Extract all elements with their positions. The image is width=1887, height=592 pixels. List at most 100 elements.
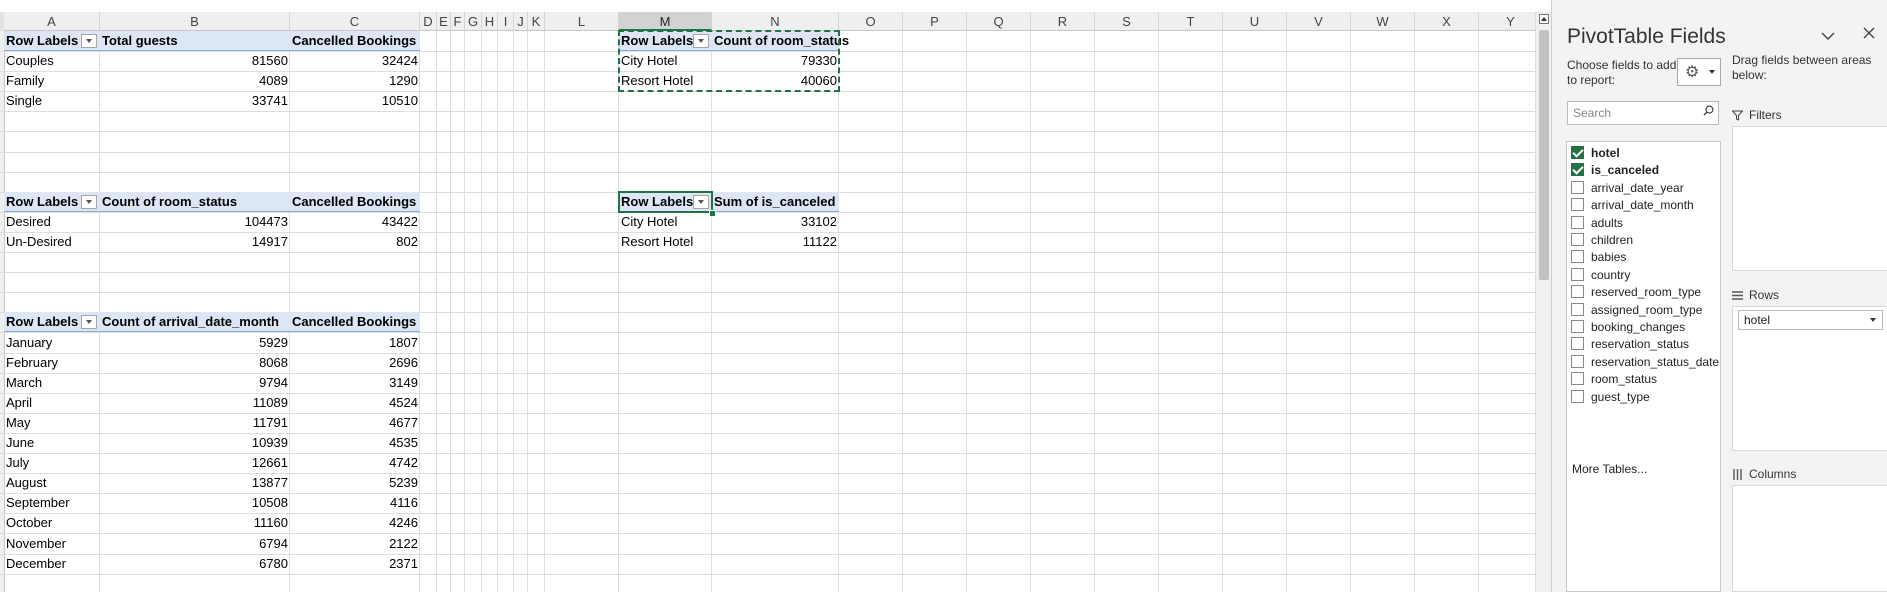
column-header-f[interactable]: F [451,12,465,31]
row-label-cell[interactable]: Family [4,71,100,91]
column-header-k[interactable]: K [528,12,545,31]
row-labels-filter-button[interactable] [81,34,97,48]
pivot-column-header[interactable]: Total guests [100,31,290,51]
pivot-column-header[interactable]: Cancelled Bookings [290,31,420,51]
row-label-cell[interactable]: April [4,393,100,413]
row-label-cell[interactable]: November [4,534,100,554]
value-cell[interactable]: 11791 [100,413,290,433]
field-checkbox[interactable] [1571,389,1584,403]
column-header-g[interactable]: G [465,12,482,31]
search-input[interactable]: Search [1567,101,1719,125]
value-cell[interactable]: 12661 [100,453,290,473]
column-header-s[interactable]: S [1095,12,1159,31]
more-tables-link[interactable]: More Tables... [1572,462,1647,476]
columns-drop-area[interactable] [1732,485,1887,592]
field-checkbox[interactable] [1571,354,1584,368]
value-cell[interactable]: 802 [290,232,420,252]
value-cell[interactable]: 5929 [100,333,290,353]
field-checkbox[interactable] [1571,198,1584,212]
column-header-l[interactable]: L [545,12,619,31]
value-cell[interactable]: 6780 [100,554,290,574]
row-label-cell[interactable]: Un-Desired [4,232,100,252]
value-cell[interactable]: 81560 [100,51,290,71]
column-header-e[interactable]: E [437,12,451,31]
value-cell[interactable]: 13877 [100,473,290,493]
row-labels-filter-button[interactable] [81,195,97,209]
column-header-i[interactable]: I [498,12,514,31]
worksheet-grid[interactable]: A B C D E F G H I J K L M N O P Q R S T U V W X Y Row Labels Total… [0,0,1535,592]
field-settings-button[interactable]: ⚙ [1677,58,1721,86]
field-checkbox[interactable] [1571,285,1584,299]
filters-drop-area[interactable] [1732,126,1887,271]
field-checkbox[interactable] [1571,267,1584,281]
field-checkbox[interactable] [1571,163,1584,177]
pivot-column-header[interactable]: Cancelled Bookings [290,312,420,332]
value-cell[interactable]: 2696 [290,353,420,373]
column-header-b[interactable]: B [100,12,290,31]
field-checkbox[interactable] [1571,180,1584,194]
row-label-cell[interactable]: September [4,493,100,513]
column-header-c[interactable]: C [290,12,420,31]
row-label-cell[interactable]: January [4,333,100,353]
row-label-cell[interactable]: February [4,353,100,373]
value-cell[interactable]: 104473 [100,212,290,232]
pivot-column-header[interactable]: Sum of is_canceled [712,192,839,212]
row-label-cell[interactable]: Single [4,91,100,111]
value-cell[interactable]: 11160 [100,513,290,533]
field-checkbox[interactable] [1571,302,1584,316]
vertical-scrollbar[interactable] [1535,12,1551,592]
row-label-cell[interactable]: October [4,513,100,533]
row-label-cell[interactable]: Desired [4,212,100,232]
value-cell[interactable]: 33102 [712,212,839,232]
column-header-h[interactable]: H [482,12,498,31]
scroll-up-arrow-icon[interactable] [1539,14,1549,24]
pivot-column-header[interactable]: Count of room_status [100,192,290,212]
field-checkbox[interactable] [1571,215,1584,229]
value-cell[interactable]: 4742 [290,453,420,473]
row-label-cell[interactable]: Couples [4,51,100,71]
row-label-cell[interactable]: December [4,554,100,574]
column-header-j[interactable]: J [514,12,528,31]
value-cell[interactable]: 33741 [100,91,290,111]
field-checkbox[interactable] [1571,372,1584,386]
column-header-m[interactable]: M [619,12,712,31]
value-cell[interactable]: 6794 [100,534,290,554]
fill-handle[interactable] [709,210,716,217]
rows-field-hotel[interactable]: hotel [1738,310,1883,330]
value-cell[interactable]: 4246 [290,513,420,533]
row-label-cell[interactable]: Resort Hotel [619,232,712,252]
value-cell[interactable]: 11122 [712,232,839,252]
row-label-cell[interactable]: June [4,433,100,453]
pivot-column-header[interactable]: Count of arrival_date_month [100,312,290,332]
row-label-cell[interactable]: May [4,413,100,433]
column-header-w[interactable]: W [1351,12,1415,31]
value-cell[interactable]: 9794 [100,373,290,393]
row-labels-filter-button[interactable] [81,315,97,329]
row-label-cell[interactable]: August [4,473,100,493]
column-header-a[interactable]: A [4,12,100,31]
field-checkbox[interactable] [1571,250,1584,264]
value-cell[interactable]: 8068 [100,353,290,373]
column-header-t[interactable]: T [1159,12,1223,31]
value-cell[interactable]: 4524 [290,393,420,413]
value-cell[interactable]: 14917 [100,232,290,252]
column-header-d[interactable]: D [420,12,437,31]
value-cell[interactable]: 1807 [290,333,420,353]
row-label-cell[interactable]: March [4,373,100,393]
field-checkbox[interactable] [1571,337,1584,351]
column-header-n[interactable]: N [712,12,839,31]
column-header-u[interactable]: U [1223,12,1287,31]
column-header-y[interactable]: Y [1479,12,1535,31]
column-header-p[interactable]: P [903,12,967,31]
value-cell[interactable]: 10939 [100,433,290,453]
column-header-r[interactable]: R [1031,12,1095,31]
chevron-down-icon[interactable] [1821,28,1835,46]
value-cell[interactable]: 5239 [290,473,420,493]
row-label-cell[interactable]: City Hotel [619,212,712,232]
value-cell[interactable]: 4116 [290,493,420,513]
value-cell[interactable]: 4535 [290,433,420,453]
value-cell[interactable]: 4677 [290,413,420,433]
column-header-v[interactable]: V [1287,12,1351,31]
value-cell[interactable]: 10510 [290,91,420,111]
pivot-column-header[interactable]: Cancelled Bookings [290,192,420,212]
